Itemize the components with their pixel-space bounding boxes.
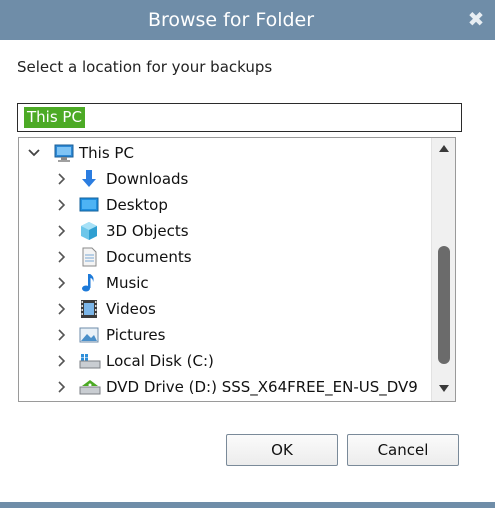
pictures-icon bbox=[79, 325, 99, 345]
title-bar[interactable]: Browse for Folder ✖ bbox=[0, 0, 495, 40]
vertical-scrollbar[interactable] bbox=[431, 138, 455, 401]
folder-path-value[interactable]: This PC bbox=[24, 107, 85, 128]
tree-item-label: This PC bbox=[79, 144, 134, 162]
tree-item-label: Documents bbox=[106, 248, 192, 266]
tree-item-videos[interactable]: Videos bbox=[19, 296, 429, 322]
chevron-right-icon[interactable] bbox=[54, 223, 68, 239]
tree-item-label: Desktop bbox=[106, 196, 168, 214]
folder-path-field[interactable]: This PC bbox=[17, 103, 462, 132]
dvd-drive-icon bbox=[79, 377, 101, 397]
computer-icon bbox=[53, 143, 74, 163]
tree-item-label: Videos bbox=[106, 300, 156, 318]
chevron-right-icon[interactable] bbox=[54, 379, 68, 395]
documents-icon bbox=[79, 247, 99, 267]
close-icon[interactable]: ✖ bbox=[465, 9, 487, 31]
tree-item-downloads[interactable]: Downloads bbox=[19, 166, 429, 192]
tree-item-label: Local Disk (C:) bbox=[106, 352, 214, 370]
cancel-button[interactable]: Cancel bbox=[347, 434, 459, 466]
tree-item-pictures[interactable]: Pictures bbox=[19, 322, 429, 348]
instruction-text: Select a location for your backups bbox=[17, 58, 273, 76]
chevron-down-icon[interactable] bbox=[27, 145, 41, 161]
dialog-title: Browse for Folder bbox=[147, 9, 315, 31]
chevron-right-icon[interactable] bbox=[54, 197, 68, 213]
tree-item-music[interactable]: Music bbox=[19, 270, 429, 296]
chevron-right-icon[interactable] bbox=[54, 275, 68, 291]
tree-item-this-pc[interactable]: This PC bbox=[19, 140, 429, 166]
tree-item-local-disk-c[interactable]: Local Disk (C:) bbox=[19, 348, 429, 374]
chevron-right-icon[interactable] bbox=[54, 249, 68, 265]
scrollbar-thumb[interactable] bbox=[438, 246, 450, 364]
scroll-up-icon[interactable] bbox=[432, 139, 455, 159]
desktop-icon bbox=[79, 195, 99, 215]
chevron-right-icon[interactable] bbox=[54, 327, 68, 343]
scroll-down-icon[interactable] bbox=[432, 380, 455, 400]
ok-button[interactable]: OK bbox=[226, 434, 338, 466]
tree-item-label: DVD Drive (D:) SSS_X64FREE_EN-US_DV9 bbox=[106, 378, 418, 396]
chevron-right-icon[interactable] bbox=[54, 171, 68, 187]
tree-item-desktop[interactable]: Desktop bbox=[19, 192, 429, 218]
music-icon bbox=[79, 273, 99, 293]
tree-item-label: Downloads bbox=[106, 170, 189, 188]
chevron-right-icon[interactable] bbox=[54, 353, 68, 369]
videos-icon bbox=[79, 299, 99, 319]
bottom-border bbox=[0, 502, 495, 508]
tree-item-label: 3D Objects bbox=[106, 222, 189, 240]
downloads-icon bbox=[79, 169, 99, 189]
tree-item-dvd-drive-d[interactable]: DVD Drive (D:) SSS_X64FREE_EN-US_DV9 bbox=[19, 374, 429, 400]
tree-item-documents[interactable]: Documents bbox=[19, 244, 429, 270]
browse-for-folder-dialog: Browse for Folder ✖ Select a location fo… bbox=[0, 0, 495, 508]
chevron-right-icon[interactable] bbox=[54, 301, 68, 317]
tree-item-3d-objects[interactable]: 3D Objects bbox=[19, 218, 429, 244]
tree-item-label: Pictures bbox=[106, 326, 166, 344]
folder-tree[interactable]: This PC Downloads Desktop 3D Objects Doc… bbox=[18, 137, 456, 402]
3d-objects-icon bbox=[79, 221, 99, 241]
tree-item-label: Music bbox=[106, 274, 149, 292]
local-disk-icon bbox=[79, 351, 101, 371]
